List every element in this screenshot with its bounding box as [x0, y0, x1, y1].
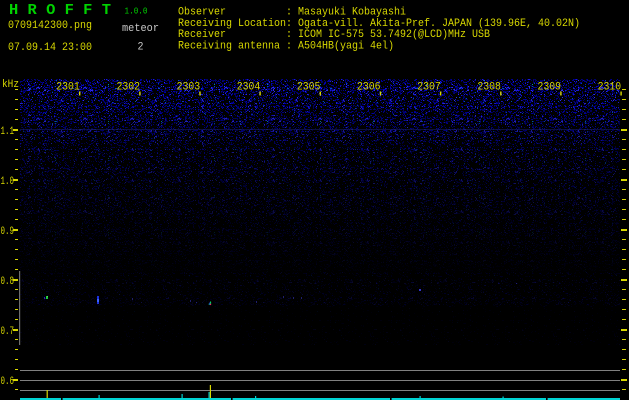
svg-text:2301: 2301	[56, 82, 80, 94]
svg-text:Receiving antenna : A504HB(yag: Receiving antenna : A504HB(yagi 4el)	[178, 40, 394, 52]
svg-text:Observer : Masayuki K: Observer : Masayuki Kobayashi	[178, 7, 406, 19]
svg-text:0.8: 0.8	[1, 276, 15, 288]
svg-text:2306: 2306	[357, 82, 381, 94]
svg-text:Receiver : ICOM IC-57: Receiver : ICOM IC-575 53.7492(@LCD)MHz …	[178, 29, 490, 41]
svg-text:0.6: 0.6	[1, 376, 15, 388]
svg-text:2310: 2310	[598, 82, 622, 94]
svg-text:0.9: 0.9	[1, 226, 15, 238]
svg-text:2305: 2305	[297, 82, 321, 94]
svg-text:2302: 2302	[116, 82, 140, 94]
svg-text:0.7: 0.7	[1, 326, 15, 338]
svg-text:Receiving Location: Ogata-vill: Receiving Location: Ogata-vill. Akita-Pr…	[178, 18, 580, 30]
svg-text:1.0.0: 1.0.0	[125, 6, 148, 17]
svg-text:07.09.14 23:00: 07.09.14 23:00	[8, 42, 92, 54]
svg-text:1.0: 1.0	[1, 176, 15, 188]
svg-text:kHz: kHz	[2, 79, 19, 91]
svg-text:meteor: meteor	[122, 23, 159, 35]
svg-text:1.1: 1.1	[1, 126, 15, 138]
svg-text:2304: 2304	[237, 82, 261, 94]
svg-text:2: 2	[138, 42, 144, 54]
svg-text:2303: 2303	[177, 82, 201, 94]
svg-text:2308: 2308	[477, 82, 501, 94]
svg-text:H R O F F T: H R O F F T	[9, 2, 111, 19]
svg-text:2307: 2307	[417, 82, 441, 94]
svg-text:0709142300.png: 0709142300.png	[8, 20, 92, 32]
svg-text:2309: 2309	[538, 82, 562, 94]
